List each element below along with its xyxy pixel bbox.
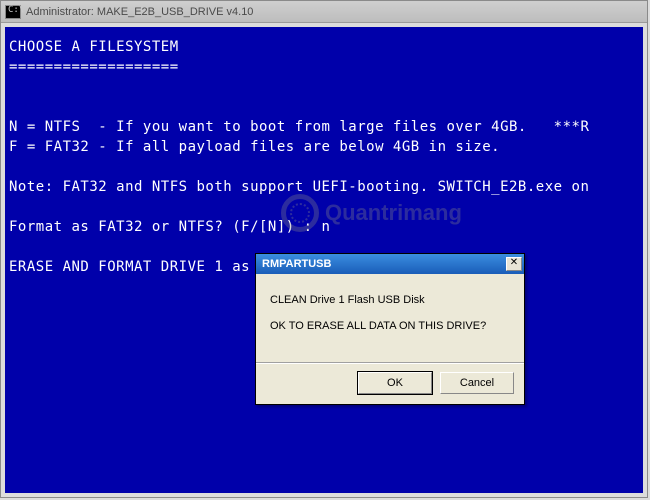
ok-button[interactable]: OK bbox=[358, 372, 432, 394]
console-heading: CHOOSE A FILESYSTEM bbox=[9, 39, 179, 55]
dialog-button-row: OK Cancel bbox=[256, 372, 524, 404]
confirm-dialog: RMPARTUSB ✕ CLEAN Drive 1 Flash USB Disk… bbox=[255, 253, 525, 405]
console-option-fat32: F = FAT32 - If all payload files are bel… bbox=[9, 139, 500, 155]
console-underline: =================== bbox=[9, 59, 179, 75]
close-icon[interactable]: ✕ bbox=[506, 257, 522, 271]
dialog-separator bbox=[256, 362, 524, 364]
app-window: C:\ Administrator: MAKE_E2B_USB_DRIVE v4… bbox=[0, 0, 648, 498]
console-prompt: Format as FAT32 or NTFS? (F/[N]) : n bbox=[9, 219, 330, 235]
console-option-ntfs: N = NTFS - If you want to boot from larg… bbox=[9, 119, 589, 135]
cmd-icon: C:\ bbox=[5, 5, 21, 19]
window-titlebar: C:\ Administrator: MAKE_E2B_USB_DRIVE v4… bbox=[1, 1, 647, 23]
cancel-button[interactable]: Cancel bbox=[440, 372, 514, 394]
dialog-titlebar[interactable]: RMPARTUSB ✕ bbox=[256, 254, 524, 274]
dialog-message-2: OK TO ERASE ALL DATA ON THIS DRIVE? bbox=[270, 320, 510, 332]
window-title: Administrator: MAKE_E2B_USB_DRIVE v4.10 bbox=[26, 6, 253, 18]
dialog-body: CLEAN Drive 1 Flash USB Disk OK TO ERASE… bbox=[256, 274, 524, 354]
dialog-message-1: CLEAN Drive 1 Flash USB Disk bbox=[270, 294, 510, 306]
dialog-title: RMPARTUSB bbox=[262, 258, 331, 270]
console-note: Note: FAT32 and NTFS both support UEFI-b… bbox=[9, 179, 589, 195]
